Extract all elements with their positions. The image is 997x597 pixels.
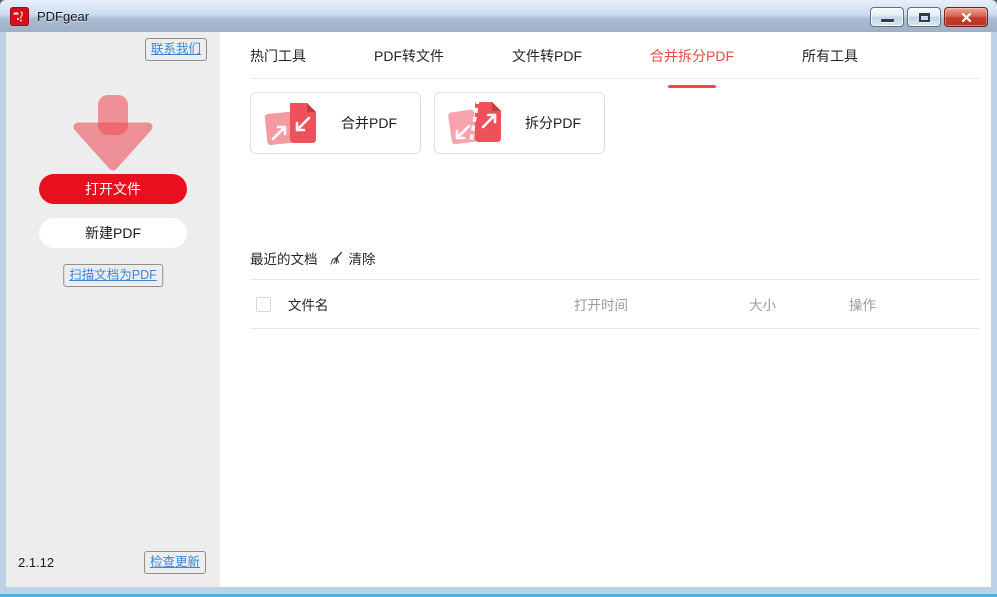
- recent-table-header: 文件名 打开时间 大小 操作: [220, 280, 991, 328]
- split-pdf-icon: [447, 99, 503, 147]
- split-pdf-card[interactable]: 拆分PDF: [434, 92, 605, 154]
- broom-icon: [328, 250, 344, 266]
- main-content: 热门工具 PDF转文件 文件转PDF 合并拆分PDF 所有工具 合并PDF: [220, 32, 991, 587]
- tab-popular-tools[interactable]: 热门工具: [250, 46, 306, 78]
- recent-documents-title: 最近的文档: [250, 248, 318, 268]
- clear-recent-label: 清除: [349, 248, 376, 268]
- maximize-button[interactable]: [907, 7, 941, 27]
- scan-to-pdf-link[interactable]: 扫描文档为PDF: [63, 264, 163, 287]
- window-title: PDFgear: [37, 9, 89, 24]
- clear-recent-button[interactable]: 清除: [328, 248, 376, 268]
- close-button[interactable]: [944, 7, 988, 27]
- contact-us-link[interactable]: 联系我们: [145, 38, 207, 61]
- maximize-icon: [919, 13, 930, 22]
- tabs-divider: [250, 78, 979, 79]
- column-size: 大小: [749, 294, 849, 314]
- close-icon: [961, 12, 972, 23]
- new-pdf-button[interactable]: 新建PDF: [39, 218, 187, 248]
- column-filename: 文件名: [288, 294, 574, 314]
- window-controls: [870, 7, 997, 27]
- app-window: PDFgear 联系我们 打开文件 新建PDF 扫描: [0, 0, 997, 597]
- app-version: 2.1.12: [18, 555, 54, 570]
- tab-all-tools[interactable]: 所有工具: [802, 46, 858, 78]
- merge-pdf-label: 合并PDF: [341, 113, 397, 133]
- check-update-link[interactable]: 检查更新: [144, 551, 206, 574]
- select-all-checkbox[interactable]: [256, 297, 271, 312]
- download-arrow-icon: [65, 94, 161, 174]
- minimize-icon: [881, 19, 894, 22]
- merge-pdf-icon: [263, 99, 319, 147]
- recent-divider-bottom: [250, 328, 979, 329]
- tab-merge-split-pdf[interactable]: 合并拆分PDF: [650, 46, 734, 78]
- titlebar[interactable]: PDFgear: [0, 0, 997, 32]
- recent-documents-header: 最近的文档 清除: [250, 248, 991, 268]
- open-file-button[interactable]: 打开文件: [39, 174, 187, 204]
- tab-file-to-pdf[interactable]: 文件转PDF: [512, 46, 582, 78]
- column-actions: 操作: [849, 294, 979, 314]
- tool-tabs: 热门工具 PDF转文件 文件转PDF 合并拆分PDF 所有工具: [220, 32, 991, 78]
- tab-pdf-to-file[interactable]: PDF转文件: [374, 46, 444, 78]
- minimize-button[interactable]: [870, 7, 904, 27]
- split-pdf-label: 拆分PDF: [525, 113, 581, 133]
- tool-cards: 合并PDF 拆分PDF: [250, 92, 991, 154]
- column-open-time: 打开时间: [574, 294, 749, 314]
- app-logo-icon: [10, 7, 29, 26]
- merge-pdf-card[interactable]: 合并PDF: [250, 92, 421, 154]
- sidebar: 联系我们 打开文件 新建PDF 扫描文档为PDF 2.1.12 检查更新: [6, 32, 220, 587]
